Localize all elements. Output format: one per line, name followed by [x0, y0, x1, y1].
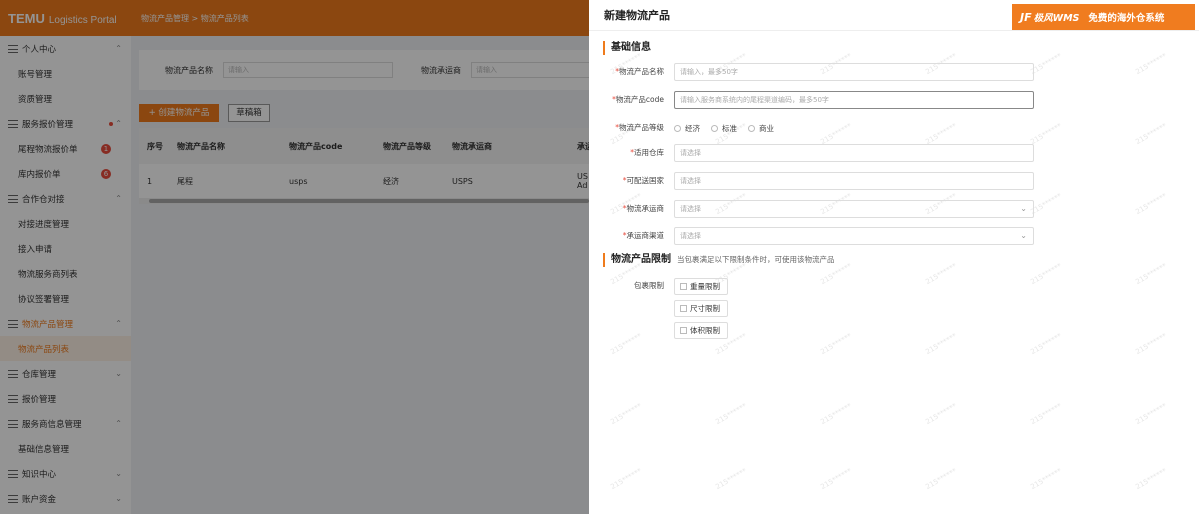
watermark: 215******	[1134, 401, 1169, 427]
carrier-select[interactable]: 请选择 ⌄	[674, 200, 1034, 218]
watermark: 215******	[609, 331, 644, 357]
label-product-name: *物流产品名称	[615, 63, 664, 81]
level-radio-group: 经济 标准 商业	[674, 119, 785, 137]
checkbox-icon	[680, 327, 687, 334]
row-product-code: *物流产品code 请输入服务商系统内的尾程渠道编码，最多50字	[589, 91, 1199, 109]
radio-commercial[interactable]: 商业	[748, 123, 774, 134]
carrier-placeholder: 请选择	[680, 205, 701, 213]
radio-label: 经济	[685, 123, 700, 133]
label-warehouse: *适用仓库	[630, 144, 664, 162]
label-text: 物流承运商	[626, 204, 665, 213]
create-product-drawer: 215****** 215****** 215****** 215****** 215*…	[589, 0, 1199, 514]
drawer-divider	[589, 30, 1199, 31]
checkbox-label: 体积限制	[690, 326, 720, 335]
label-package-limit: 包裹限制	[634, 281, 664, 290]
channel-select[interactable]: 请选择 ⌄	[674, 227, 1034, 245]
watermark: 215******	[924, 466, 959, 492]
radio-circle-icon	[748, 124, 755, 132]
ad-brand: 极风WMS	[1033, 13, 1080, 24]
product-code-input[interactable]: 请输入服务商系统内的尾程渠道编码，最多50字	[674, 91, 1034, 109]
row-channel: *承运商渠道 请选择 ⌄	[589, 227, 1199, 245]
section-basic-title: 基础信息	[611, 42, 651, 53]
label-text: 承运商渠道	[626, 231, 665, 240]
watermark: 215******	[609, 466, 644, 492]
label-carrier: *物流承运商	[623, 200, 664, 218]
radio-circle-icon	[711, 124, 718, 132]
section-product-limits: 物流产品限制 当包裹满足以下限制条件时，可使用该物流产品	[603, 253, 835, 267]
watermark: 215******	[924, 401, 959, 427]
checkbox-icon	[680, 283, 687, 290]
row-country: *可配送国家 请选择	[589, 172, 1199, 190]
ad-banner[interactable]: JF 极风WMS 免费的海外仓系统	[1012, 4, 1195, 30]
watermark: 215******	[1134, 331, 1169, 357]
watermark: 215******	[1134, 466, 1169, 492]
row-product-name: *物流产品名称 请输入，最多50字	[589, 63, 1199, 81]
watermark: 215******	[819, 331, 854, 357]
label-product-level: *物流产品等级	[615, 119, 664, 137]
checkbox-label: 重量限制	[690, 282, 720, 291]
country-select[interactable]: 请选择	[674, 172, 1034, 190]
checkbox-label: 尺寸限制	[690, 304, 720, 313]
drawer-title: 新建物流产品	[604, 9, 670, 22]
radio-label: 商业	[759, 123, 774, 133]
section-basic-info: 基础信息	[603, 41, 651, 55]
radio-standard[interactable]: 标准	[711, 123, 737, 134]
watermark: 215******	[1029, 331, 1064, 357]
radio-economy[interactable]: 经济	[674, 123, 700, 134]
watermark: 215******	[819, 401, 854, 427]
row-warehouse: *适用仓库 请选择	[589, 144, 1199, 162]
watermark: 215******	[714, 401, 749, 427]
watermark: 215******	[609, 401, 644, 427]
section-limit-title: 物流产品限制	[611, 254, 671, 265]
label-text: 可配送国家	[626, 176, 665, 185]
warehouse-select[interactable]: 请选择	[674, 144, 1034, 162]
ad-logo-icon: JF	[1020, 10, 1032, 24]
channel-placeholder: 请选择	[680, 232, 701, 240]
label-text: 物流产品code	[615, 95, 664, 104]
product-name-input[interactable]: 请输入，最多50字	[674, 63, 1034, 81]
checkbox-weight-limit[interactable]: 重量限制	[674, 278, 728, 295]
radio-circle-icon	[674, 124, 681, 132]
label-text: 物流产品名称	[619, 67, 664, 76]
label-text: 适用仓库	[634, 148, 664, 157]
watermark: 215******	[714, 466, 749, 492]
checkbox-icon	[680, 305, 687, 312]
label-text: 物流产品等级	[619, 123, 664, 132]
checkbox-volume-limit[interactable]: 体积限制	[674, 322, 728, 339]
label-channel: *承运商渠道	[623, 227, 664, 245]
row-carrier: *物流承运商 请选择 ⌄	[589, 200, 1199, 218]
section-limit-hint: 当包裹满足以下限制条件时，可使用该物流产品	[677, 255, 835, 264]
chevron-down-icon: ⌄	[1020, 204, 1027, 213]
radio-label: 标准	[722, 123, 737, 133]
label-country: *可配送国家	[623, 172, 664, 190]
row-product-level: *物流产品等级 经济 标准 商业	[589, 119, 1199, 137]
watermark: 215******	[1029, 401, 1064, 427]
ad-text: 免费的海外仓系统	[1088, 13, 1165, 24]
chevron-down-icon: ⌄	[1020, 231, 1027, 240]
label-product-code: *物流产品code	[612, 91, 664, 109]
watermark: 215******	[1029, 466, 1064, 492]
watermark: 215******	[819, 466, 854, 492]
watermark: 215******	[924, 331, 959, 357]
checkbox-size-limit[interactable]: 尺寸限制	[674, 300, 728, 317]
